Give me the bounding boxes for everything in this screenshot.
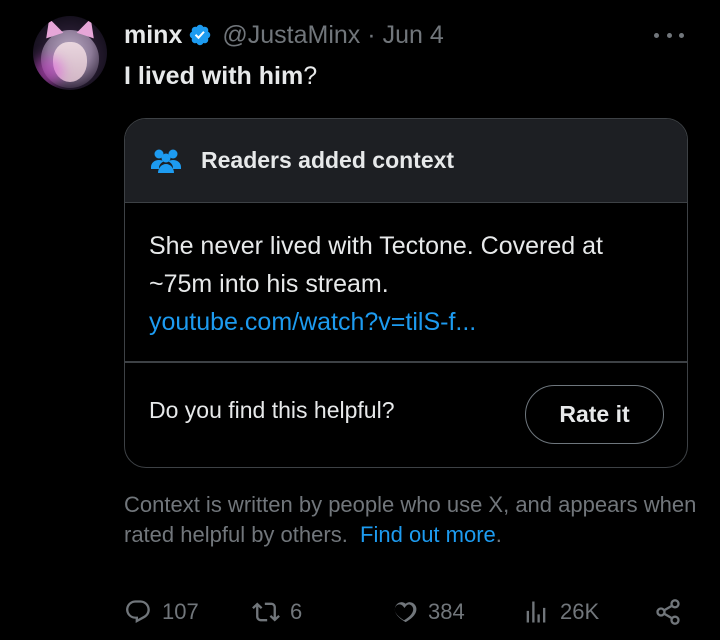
more-dot: [666, 33, 672, 38]
like-button[interactable]: 384: [390, 594, 465, 630]
like-count: 384: [428, 599, 465, 624]
rate-it-button[interactable]: Rate it: [525, 385, 664, 444]
avatar-glow: [33, 56, 63, 86]
more-dot: [654, 33, 659, 38]
repost-count: 6: [290, 599, 303, 624]
note-title: Readers added context: [201, 147, 455, 173]
views-chart-icon: [526, 601, 546, 623]
verified-badge-icon[interactable]: [188, 23, 212, 47]
reply-button[interactable]: 107: [124, 594, 199, 630]
tweet-text-tail: ?: [303, 62, 318, 90]
views-button[interactable]: 26K: [522, 594, 599, 630]
reply-icon: [126, 600, 150, 624]
note-body: She never lived with Tectone. Covered at…: [149, 227, 669, 341]
tweet-header: minx @JustaMinx · Jun 4: [124, 19, 444, 51]
share-button[interactable]: [654, 594, 682, 630]
more-dot: [679, 33, 684, 38]
avatar[interactable]: [33, 16, 107, 90]
note-source-link[interactable]: youtube.com/watch?v=tilS-f...: [149, 303, 669, 341]
tweet-actions-bar: 107 6 384 26K: [124, 594, 688, 630]
note-text: She never lived with Tectone. Covered at…: [149, 232, 603, 298]
more-options-icon[interactable]: [654, 33, 684, 41]
find-out-more-link[interactable]: Find out more: [360, 522, 496, 547]
repost-button[interactable]: 6: [252, 594, 302, 630]
reply-count: 107: [162, 599, 199, 624]
note-divider: [125, 361, 687, 363]
header-separator: ·: [367, 20, 376, 49]
repost-icon: [252, 602, 280, 622]
heart-icon: [394, 602, 417, 623]
disclaimer-period: .: [495, 522, 502, 547]
share-icon: [656, 599, 680, 625]
helpful-prompt: Do you find this helpful?: [149, 397, 395, 423]
author-handle[interactable]: @JustaMinx: [222, 21, 360, 50]
tweet-text-bold: I lived with him: [124, 62, 304, 90]
note-disclaimer: Context is written by people who use X, …: [124, 490, 704, 550]
people-icon: [151, 149, 181, 173]
community-note-card: Readers added context She never lived wi…: [124, 118, 688, 468]
author-name[interactable]: minx: [124, 21, 182, 50]
views-count: 26K: [560, 599, 600, 624]
tweet-text: I lived with him?: [124, 62, 317, 91]
note-header: Readers added context: [125, 119, 687, 203]
tweet-date[interactable]: Jun 4: [383, 21, 444, 50]
